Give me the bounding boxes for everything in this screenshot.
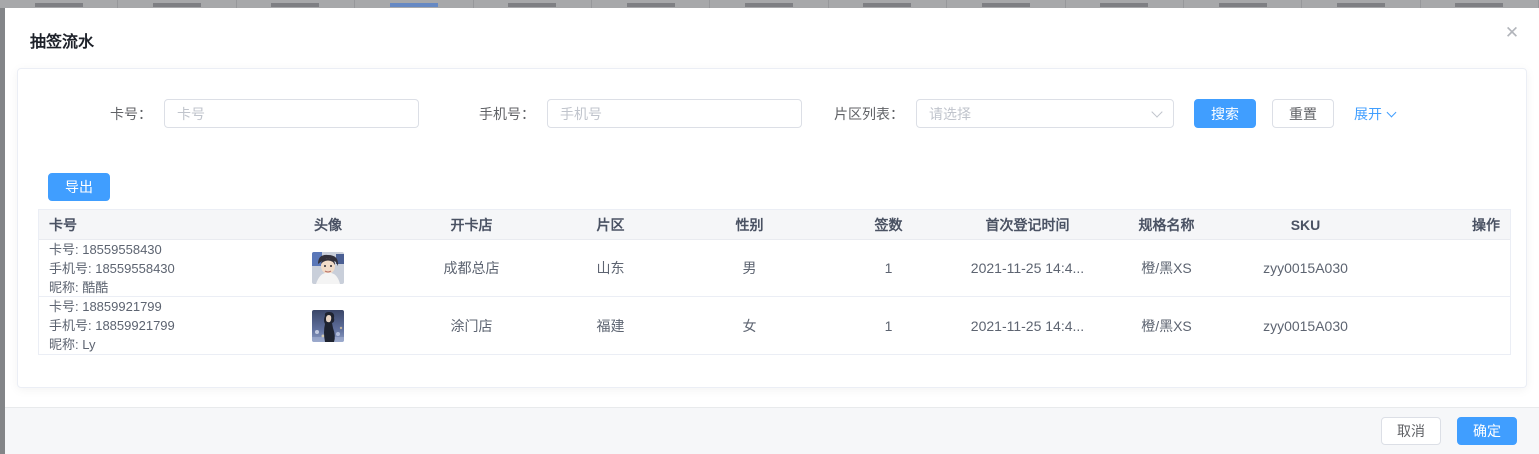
first-time-cell: 2021-11-25 14:4... xyxy=(970,260,1085,276)
background-tab xyxy=(710,0,829,8)
header-spec: 规格名称 xyxy=(1138,216,1195,233)
card-no-line: 卡号: 18859921799 xyxy=(49,299,162,314)
district-select[interactable]: 请选择 xyxy=(916,99,1174,128)
phone-line: 手机号: 18859921799 xyxy=(49,318,175,333)
filter-district: 片区列表： 请选择 xyxy=(834,99,1174,128)
district-label: 片区列表： xyxy=(834,105,904,122)
sign-count-cell: 1 xyxy=(884,260,893,276)
background-tab xyxy=(1421,0,1539,8)
filter-bar: 卡号： 手机号： 片区列表： 请选择 搜索 重置 展开 xyxy=(18,99,1526,128)
avatar-image[interactable] xyxy=(312,252,344,284)
close-icon[interactable]: ✕ xyxy=(1501,22,1523,44)
table-header-row: 卡号 头像 开卡店 片区 性别 签数 首次登记时间 规格名称 SKU 操作 xyxy=(39,210,1510,240)
modal-title: 抽签流水 xyxy=(30,34,95,51)
card-no-input[interactable] xyxy=(164,99,419,128)
action-cell xyxy=(1375,297,1510,354)
chevron-down-icon xyxy=(1151,106,1163,118)
phone-label: 手机号： xyxy=(479,105,535,122)
district-cell: 山东 xyxy=(596,260,625,276)
nickname-line: 昵称: 酷酷 xyxy=(49,279,109,295)
header-store: 开卡店 xyxy=(450,216,493,233)
background-tab xyxy=(947,0,1066,8)
search-button[interactable]: 搜索 xyxy=(1194,99,1256,128)
reset-button[interactable]: 重置 xyxy=(1272,99,1334,128)
store-cell: 涂门店 xyxy=(450,317,493,334)
district-select-placeholder: 请选择 xyxy=(929,105,971,122)
gender-cell: 女 xyxy=(742,317,757,334)
modal-footer: 取消 确定 xyxy=(5,407,1539,454)
gender-cell: 男 xyxy=(742,260,757,276)
background-tab xyxy=(474,0,592,8)
sku-cell: zyy0015A030 xyxy=(1263,260,1348,276)
card-no-line: 卡号: 18559558430 xyxy=(49,241,162,257)
modal-header: 抽签流水 ✕ xyxy=(5,8,1539,60)
expand-link-label: 展开 xyxy=(1354,105,1382,122)
modal-body: 卡号： 手机号： 片区列表： 请选择 搜索 重置 展开 xyxy=(5,60,1539,407)
expand-link[interactable]: 展开 xyxy=(1354,104,1397,124)
table-row: 卡号: 18859921799 手机号: 18859921799 昵称: Ly xyxy=(39,297,1510,354)
header-action: 操作 xyxy=(1472,216,1500,233)
background-tab xyxy=(592,0,711,8)
card-info: 卡号: 18859921799 手机号: 18859921799 昵称: Ly xyxy=(49,297,175,354)
spec-cell: 橙/黑XS xyxy=(1141,260,1192,276)
table-row: 卡号: 18559558430 手机号: 18559558430 昵称: 酷酷 xyxy=(39,240,1510,297)
header-first-time: 首次登记时间 xyxy=(985,216,1070,233)
phone-input[interactable] xyxy=(547,99,802,128)
filter-phone: 手机号： xyxy=(479,99,802,128)
background-tab xyxy=(1302,0,1421,8)
header-avatar: 头像 xyxy=(314,216,342,233)
card-info: 卡号: 18559558430 手机号: 18559558430 昵称: 酷酷 xyxy=(49,240,175,296)
chevron-down-icon xyxy=(1386,107,1397,117)
header-sign-count: 签数 xyxy=(874,216,903,233)
sign-count-cell: 1 xyxy=(884,317,893,334)
confirm-button[interactable]: 确定 xyxy=(1457,417,1517,445)
background-tab xyxy=(829,0,948,8)
lottery-records-modal: 抽签流水 ✕ 卡号： 手机号： 片区列表： 请选择 xyxy=(5,8,1539,454)
district-cell: 福建 xyxy=(596,317,625,334)
header-gender: 性别 xyxy=(735,216,764,233)
spec-cell: 橙/黑XS xyxy=(1141,317,1192,334)
header-district: 片区 xyxy=(596,216,625,233)
action-cell xyxy=(1375,240,1510,296)
cancel-button[interactable]: 取消 xyxy=(1381,417,1441,445)
card-no-label: 卡号： xyxy=(110,105,152,122)
background-tab-strip xyxy=(0,0,1539,8)
background-tab xyxy=(0,0,119,8)
first-time-cell: 2021-11-25 14:4... xyxy=(970,317,1085,334)
avatar-image[interactable] xyxy=(312,309,344,342)
sku-cell: zyy0015A030 xyxy=(1263,317,1348,334)
background-tab xyxy=(1184,0,1303,8)
nickname-line: 昵称: Ly xyxy=(49,337,96,352)
phone-line: 手机号: 18559558430 xyxy=(49,260,175,276)
background-tab xyxy=(237,0,356,8)
header-card-no: 卡号 xyxy=(49,216,77,233)
background-tab xyxy=(355,0,474,8)
store-cell: 成都总店 xyxy=(443,260,500,276)
filter-card-no: 卡号： xyxy=(110,99,419,128)
export-button[interactable]: 导出 xyxy=(48,173,110,201)
content-card: 卡号： 手机号： 片区列表： 请选择 搜索 重置 展开 xyxy=(17,68,1527,388)
background-tab xyxy=(118,0,237,8)
records-table: 卡号 头像 开卡店 片区 性别 签数 首次登记时间 规格名称 SKU 操作 卡号… xyxy=(38,209,1511,355)
background-tab xyxy=(1066,0,1184,8)
header-sku: SKU xyxy=(1290,216,1321,233)
